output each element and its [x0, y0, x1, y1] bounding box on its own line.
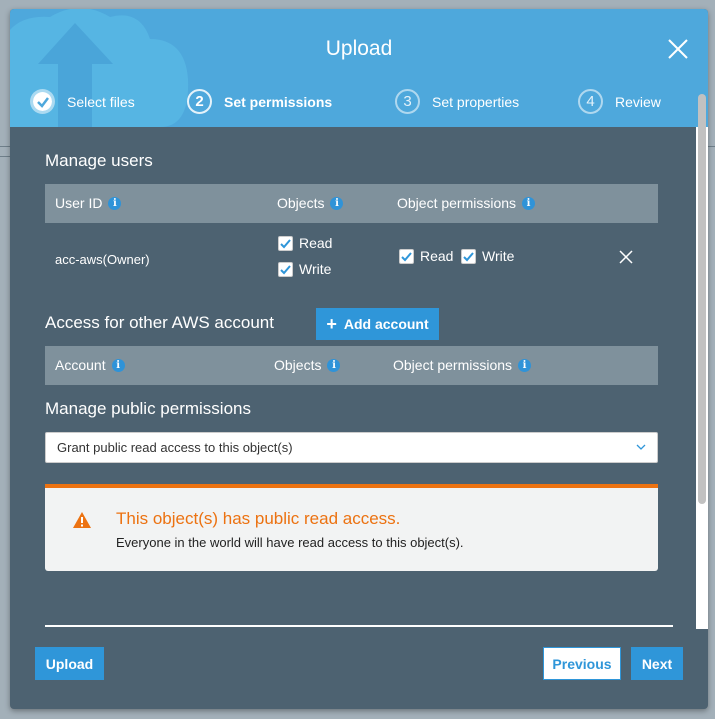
- background-divider: [0, 146, 10, 147]
- plus-icon: +: [326, 314, 337, 334]
- step-label: Set properties: [432, 93, 520, 110]
- close-icon: [619, 250, 633, 264]
- user-id-cell: acc-aws(Owner): [55, 252, 150, 267]
- alert-body: Everyone in the world will have read acc…: [116, 535, 464, 550]
- scrollbar-thumb[interactable]: [698, 94, 706, 504]
- previous-button[interactable]: Previous: [543, 647, 621, 680]
- alert-title: This object(s) has public read access.: [116, 509, 401, 528]
- background-divider: [707, 146, 715, 147]
- dialog-content: Manage users User ID i Objects i Object pe…: [10, 127, 696, 629]
- upload-button[interactable]: Upload: [35, 647, 104, 680]
- warning-icon: [73, 512, 91, 528]
- close-button[interactable]: [666, 37, 690, 61]
- accounts-table-header: Account i Objects i Object permissions i: [45, 346, 658, 385]
- checkbox-checked-icon: [278, 235, 293, 251]
- col-user-id: User ID i: [55, 195, 122, 211]
- dialog-header: Upload Select files 2 Set permissions 3 …: [10, 9, 708, 127]
- col-objects: Objects i: [274, 357, 341, 373]
- checkbox-checked-icon: [278, 261, 293, 277]
- step-number: 3: [395, 89, 420, 114]
- permissions-write-checkbox[interactable]: Write: [461, 248, 514, 264]
- manage-users-title: Manage users: [45, 151, 153, 170]
- objects-read-checkbox[interactable]: Read: [278, 235, 332, 251]
- step-label: Review: [615, 93, 661, 110]
- other-accounts-title: Access for other AWS account: [45, 313, 274, 332]
- users-table-header: User ID i Objects i Object permissions i: [45, 184, 658, 223]
- permissions-read-checkbox[interactable]: Read: [399, 248, 453, 264]
- info-icon[interactable]: i: [522, 196, 536, 210]
- chevron-down-icon: [636, 444, 646, 450]
- col-account: Account i: [55, 357, 125, 373]
- step-review[interactable]: 4 Review: [578, 89, 661, 114]
- objects-write-checkbox[interactable]: Write: [278, 261, 331, 277]
- step-number: 2: [187, 89, 212, 114]
- next-button[interactable]: Next: [631, 647, 683, 680]
- step-label: Select files: [67, 93, 135, 110]
- checkbox-checked-icon: [461, 248, 476, 264]
- info-icon[interactable]: i: [327, 358, 341, 372]
- wizard-steps: Select files 2 Set permissions 3 Set pro…: [10, 89, 708, 114]
- upload-dialog: Upload Select files 2 Set permissions 3 …: [10, 9, 708, 709]
- check-circle-icon: [30, 89, 55, 114]
- step-number: 4: [578, 89, 603, 114]
- checkbox-checked-icon: [399, 248, 414, 264]
- dialog-title: Upload: [325, 37, 393, 60]
- info-icon[interactable]: i: [108, 196, 122, 210]
- footer-divider: [45, 625, 673, 627]
- step-set-properties[interactable]: 3 Set properties: [395, 89, 519, 114]
- col-objects: Objects i: [277, 195, 344, 211]
- public-permissions-select[interactable]: Grant public read access to this object(…: [45, 432, 658, 463]
- close-icon: [668, 39, 688, 59]
- step-label: Set permissions: [224, 93, 333, 110]
- col-object-permissions: Object permissions i: [393, 357, 532, 373]
- remove-user-button[interactable]: [619, 250, 633, 264]
- col-object-permissions: Object permissions i: [397, 195, 536, 211]
- info-icon[interactable]: i: [330, 196, 344, 210]
- info-icon[interactable]: i: [518, 358, 532, 372]
- add-account-button[interactable]: + Add account: [316, 308, 439, 340]
- public-permissions-title: Manage public permissions: [45, 399, 251, 418]
- step-select-files[interactable]: Select files: [30, 89, 135, 114]
- background-divider: [0, 156, 10, 157]
- step-set-permissions[interactable]: 2 Set permissions: [187, 89, 332, 114]
- info-icon[interactable]: i: [111, 358, 125, 372]
- public-access-alert: This object(s) has public read access. E…: [45, 484, 658, 571]
